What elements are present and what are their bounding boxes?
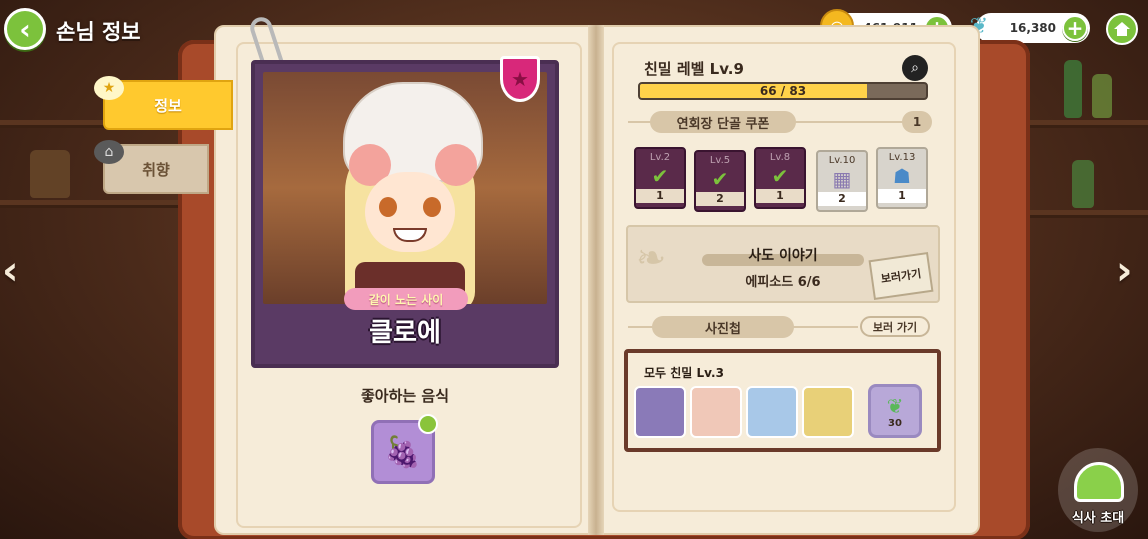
coupon-reward-lv10[interactable]: Lv.10 ▦ 2 [816, 150, 868, 212]
coupon-count: 1 [902, 111, 932, 133]
reward-count: 1 [756, 189, 804, 203]
character-name: 클로에 [369, 318, 441, 348]
favorite-star-badge[interactable]: ★ [500, 56, 540, 102]
slime-badge-icon [418, 414, 438, 434]
checkmark-icon: ✔ [771, 164, 789, 188]
hat-cheek [435, 144, 477, 186]
reward-count: 1 [878, 189, 926, 203]
book-spine [588, 25, 604, 535]
reward-count: 1 [636, 189, 684, 203]
shelf [1030, 210, 1148, 218]
character-portrait [263, 72, 547, 304]
reward-level: Lv.5 [709, 155, 731, 166]
bottle-decoration [1064, 60, 1082, 118]
tab-info-label: 정보 [154, 96, 182, 115]
previous-page-button[interactable]: ‹ [2, 248, 18, 294]
reward-level: Lv.2 [649, 152, 671, 163]
star-icon: ★ [511, 67, 529, 91]
back-button[interactable]: ‹ [4, 8, 46, 50]
character-eye [423, 197, 441, 217]
story-view-label: 보러가기 [880, 267, 923, 286]
shelf [1030, 120, 1148, 128]
affinity-progress-text: 66 / 83 [759, 84, 807, 98]
album-character-card[interactable] [746, 386, 798, 438]
gem-amount: 16,380 [1009, 21, 1056, 35]
affinity-progress-bar: 66 / 83 [638, 82, 928, 100]
affinity-level-title: 친밀 레벨 Lv.9 [644, 60, 744, 78]
reward-count: 2 [696, 192, 744, 206]
cloche-icon: ⌂ [94, 140, 124, 164]
checkmark-icon: ✔ [651, 164, 669, 188]
jar-decoration [30, 150, 70, 198]
page-title: 손님 정보 [56, 20, 141, 44]
chevron-left-icon: ‹ [2, 248, 19, 294]
search-button[interactable]: ⌕ [902, 55, 928, 81]
coupon-reward-lv2[interactable]: Lv.2 ✔ 1 [634, 147, 686, 209]
chevron-left-icon: ‹ [19, 12, 31, 46]
album-go-label: 보러 가기 [872, 320, 918, 334]
info-tab-icon: ★ [94, 76, 124, 100]
home-button[interactable] [1106, 13, 1138, 45]
album-subtitle: 모두 친밀 Lv.3 [644, 366, 724, 380]
story-title: 사도 이야기 [748, 248, 818, 264]
food-icon: 🍇 [384, 434, 422, 470]
reward-count: 2 [818, 192, 866, 206]
album-reward[interactable]: ❦ 30 [868, 384, 922, 438]
reward-level: Lv.8 [769, 152, 791, 163]
checkmark-icon: ✔ [711, 167, 729, 191]
tab-preference-label: 취향 [142, 160, 170, 179]
story-view-button[interactable]: 보러가기 [868, 252, 934, 300]
coupon-label: 연회장 단골 쿠폰 [650, 111, 796, 133]
story-episode: 에피소드 6/6 [745, 275, 821, 290]
album-label: 사진첩 [652, 316, 794, 338]
next-page-button[interactable]: › [1116, 248, 1132, 294]
favorite-food-label: 좋아하는 음식 [360, 387, 450, 405]
coupon-reward-lv5[interactable]: Lv.5 ✔ 2 [694, 150, 746, 212]
relation-tag: 같이 노는 사이 [344, 288, 468, 310]
photo-card-icon: ▦ [832, 167, 852, 191]
costume-icon: ☗ [893, 164, 911, 188]
bottle-decoration [1092, 74, 1112, 118]
search-icon: ⌕ [911, 60, 919, 76]
album-character-card[interactable] [690, 386, 742, 438]
album-character-card[interactable] [634, 386, 686, 438]
sprout-icon: ❦ [886, 393, 904, 418]
coupon-reward-lv8[interactable]: Lv.8 ✔ 1 [754, 147, 806, 209]
shelf [0, 200, 180, 208]
reward-level: Lv.10 [828, 155, 856, 166]
add-gems-button[interactable]: + [1062, 15, 1088, 41]
meal-invite-label: 식사 초대 [1071, 511, 1125, 526]
home-icon [1114, 22, 1130, 36]
album-go-button[interactable]: 보러 가기 [860, 316, 930, 337]
album-character-card[interactable] [802, 386, 854, 438]
chevron-right-icon: › [1116, 248, 1133, 294]
character-eye [379, 197, 397, 217]
album-reward-count: 30 [888, 417, 902, 429]
reward-level: Lv.13 [888, 152, 916, 163]
bottle-decoration [1072, 160, 1094, 208]
wing-icon: ❧ [636, 238, 667, 279]
gem-counter: ❦ 16,380 + [970, 13, 1090, 43]
coupon-reward-lv13[interactable]: Lv.13 ☗ 1 [876, 147, 928, 209]
